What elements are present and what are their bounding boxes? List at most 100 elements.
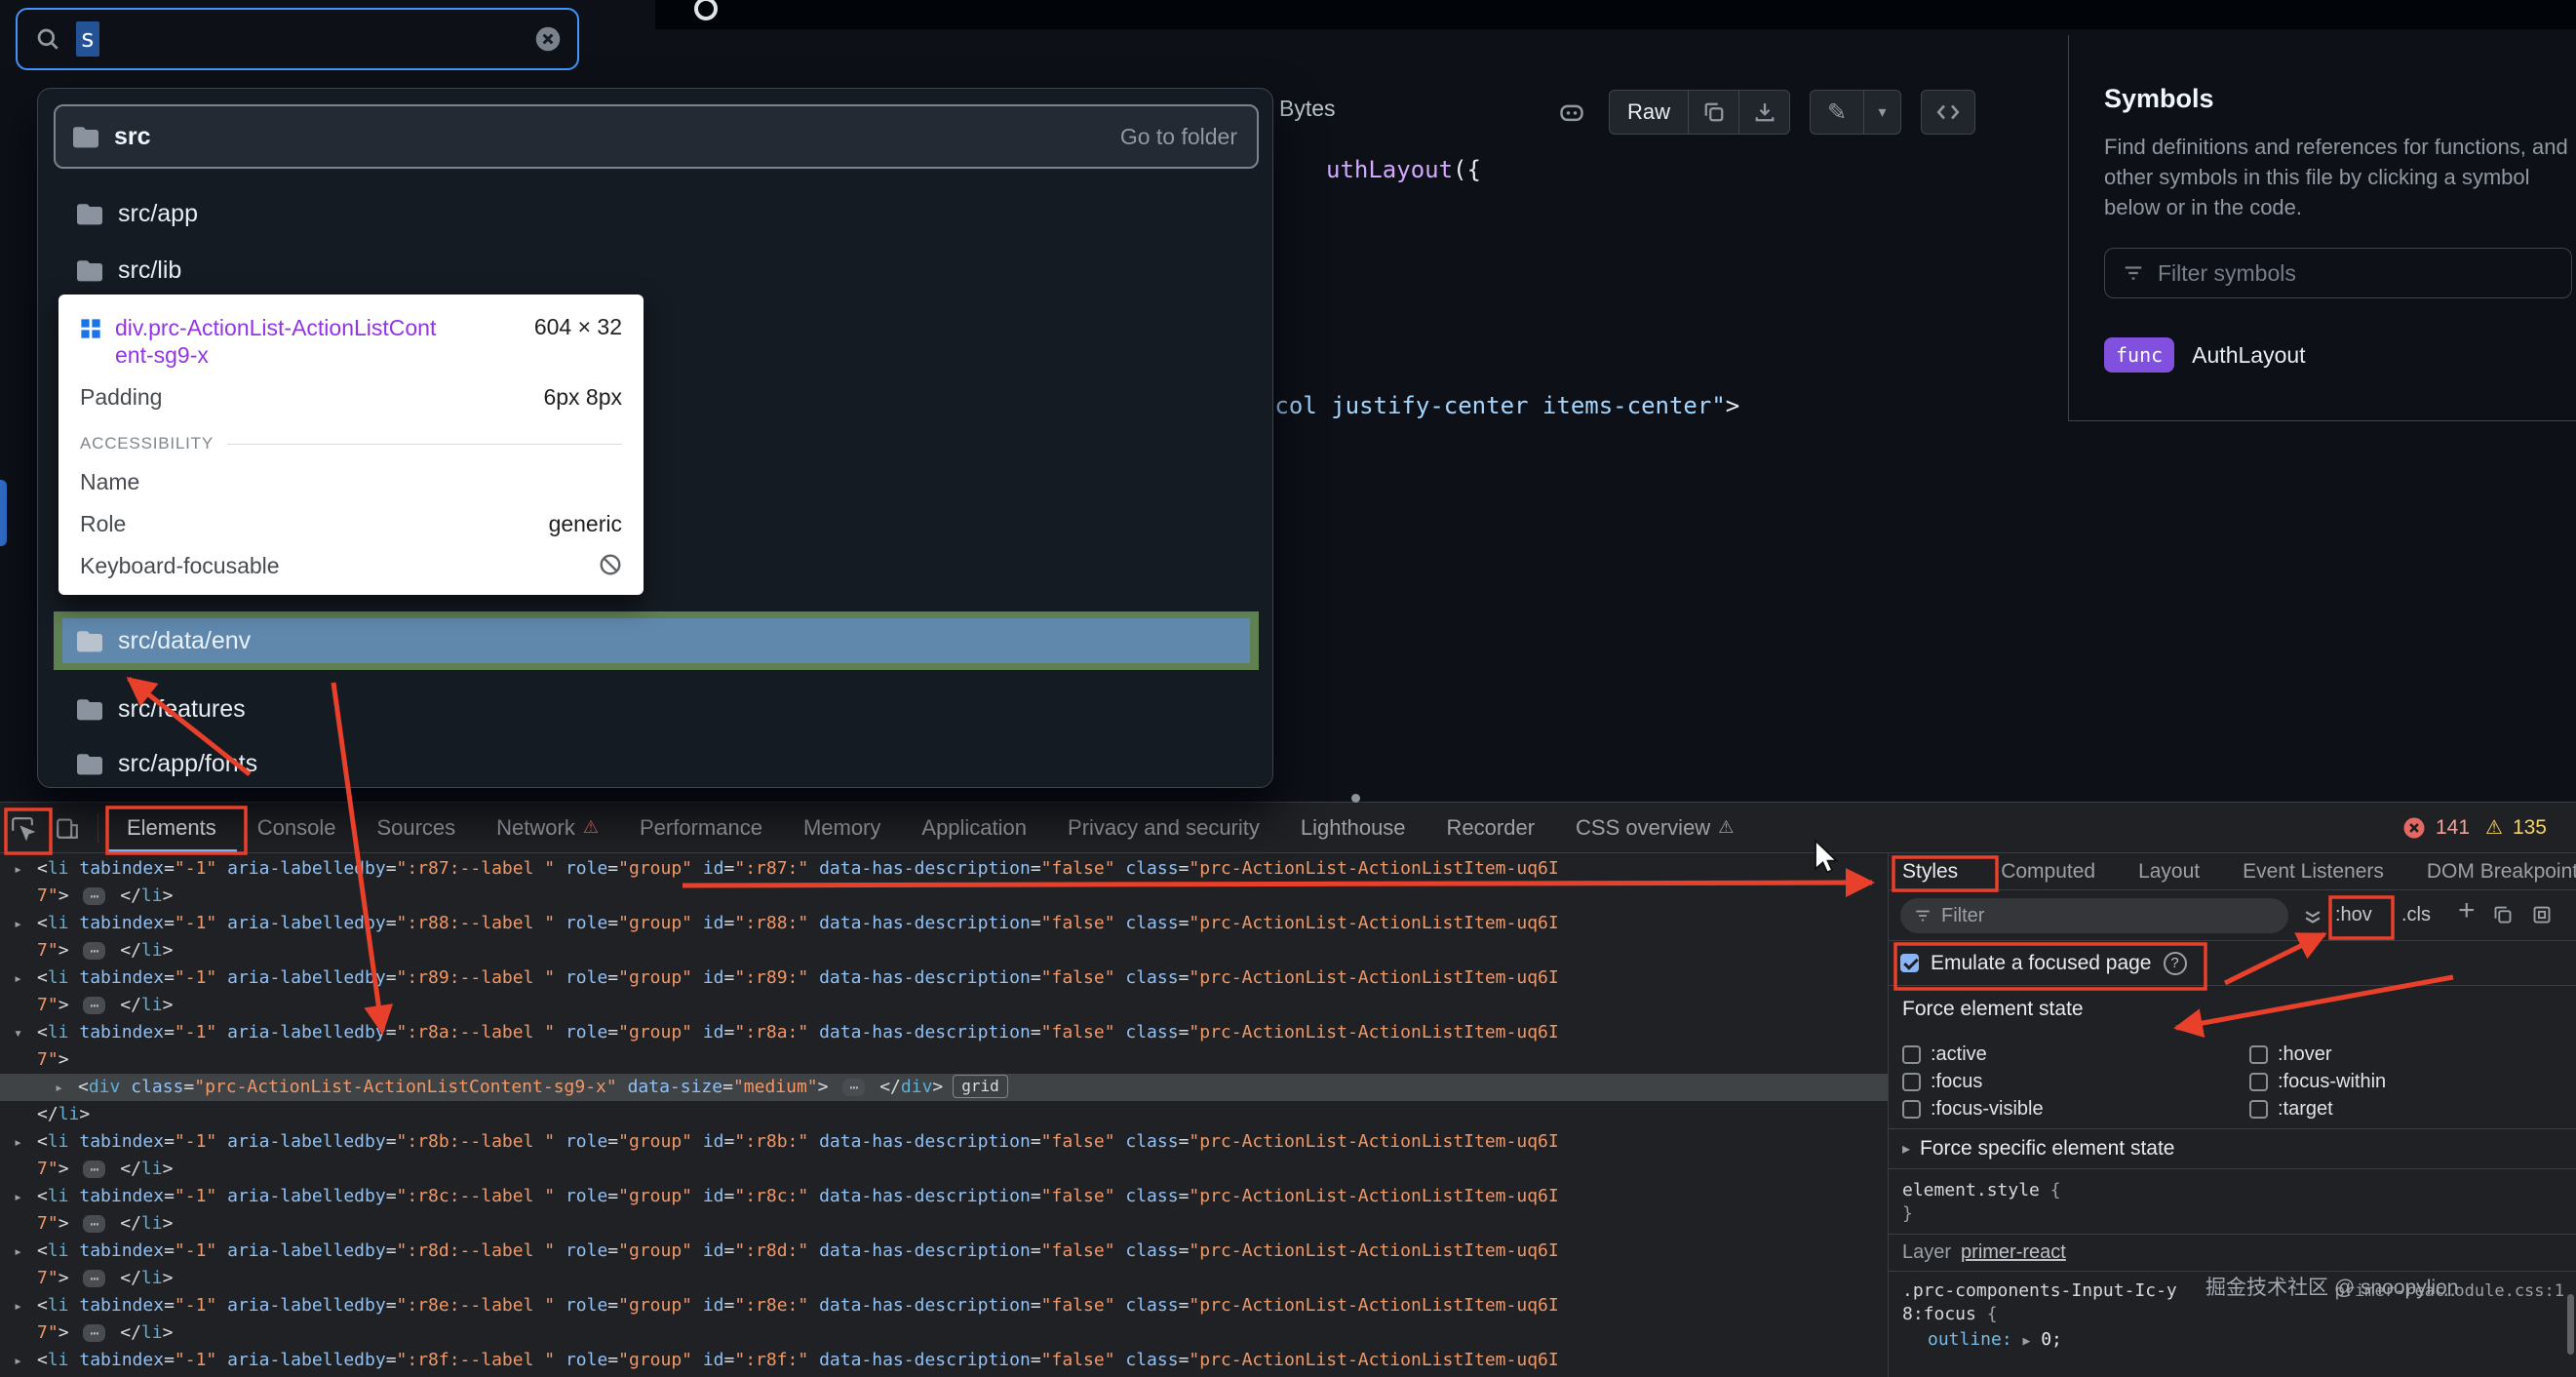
search-input[interactable]: s [16, 8, 579, 70]
twisty-icon[interactable]: ▸ [55, 1074, 63, 1101]
computed-sidebar-icon[interactable] [2302, 906, 2323, 927]
toggle-element-state-button[interactable]: :hov [2335, 904, 2372, 926]
dropdown-item-src-app-fonts[interactable]: src/app/fonts [54, 736, 1259, 787]
twisty-icon[interactable]: ▸ [14, 964, 22, 992]
error-count-badge[interactable]: 141 [2436, 816, 2470, 840]
tree-row[interactable]: ▾ <li tabindex="-1" aria-labelledby=":r8a… [0, 1019, 1888, 1046]
twisty-icon[interactable]: ▸ [14, 1128, 22, 1156]
copilot-button[interactable] [1548, 90, 1595, 135]
tree-row[interactable]: 7"> ⋯ </li> [0, 992, 1888, 1019]
devtools-tab-recorder[interactable]: Recorder [1426, 803, 1555, 852]
filter-symbols-input[interactable] [2158, 259, 2571, 287]
tree-row[interactable]: 7"> [0, 1046, 1888, 1074]
dropdown-item-src-lib[interactable]: src/lib [54, 243, 1259, 297]
devtools-tab-css-overview[interactable]: CSS overview ⚠ [1555, 803, 1754, 852]
new-style-rule-button[interactable]: + [2458, 894, 2476, 927]
rule-selector[interactable]: .prc-components-Input-Ic-y8:focus [1902, 1280, 2177, 1324]
css-property-value[interactable]: 0; [2041, 1329, 2062, 1350]
code-view-button[interactable] [1921, 90, 1975, 135]
styles-tab-dom-breakpoints[interactable]: DOM Breakpoints [2427, 860, 2576, 884]
dropdown-item-src[interactable]: src Go to folder [54, 104, 1259, 169]
tree-row[interactable]: ▸ <li tabindex="-1" aria-labelledby=":r8c… [0, 1183, 1888, 1210]
tree-row[interactable]: 7"> ⋯ </li> [0, 1265, 1888, 1292]
devtools-tab-lighthouse[interactable]: Lighthouse [1280, 803, 1426, 852]
element-classes-button[interactable]: .cls [2401, 904, 2431, 926]
dropdown-item-src-data-env[interactable]: src/data/env [54, 611, 1259, 670]
dropdown-item-src-app[interactable]: src/app [54, 186, 1259, 241]
clear-search-button[interactable] [534, 25, 562, 53]
help-icon[interactable]: ? [2163, 951, 2187, 975]
checkbox[interactable] [2249, 1099, 2268, 1119]
edit-button[interactable]: ✎ [1811, 91, 1863, 134]
tree-row[interactable]: 7"> ⋯ </li> [0, 1156, 1888, 1183]
styles-filter-input[interactable] [1941, 904, 2288, 927]
download-button[interactable] [1738, 91, 1789, 134]
devtools-tab-application[interactable]: Application [901, 803, 1047, 852]
layout-overlay-icon[interactable] [2532, 905, 2552, 925]
emulate-focused-checkbox[interactable] [1900, 954, 1919, 972]
symbol-entry[interactable]: func AuthLayout [2104, 337, 2576, 373]
devtools-tab-network[interactable]: Network ⚠ [476, 803, 619, 852]
checkbox[interactable] [2249, 1044, 2268, 1064]
symbol-name[interactable]: AuthLayout [2192, 342, 2305, 369]
devtools-tab-memory[interactable]: Memory [783, 803, 901, 852]
devtools-resize-handle[interactable] [1351, 794, 1360, 803]
tree-row[interactable]: ▸ <li tabindex="-1" aria-labelledby=":r8e… [0, 1292, 1888, 1319]
state-checkbox-active[interactable]: :active [1902, 1043, 2249, 1066]
state-checkbox-target[interactable]: :target [2249, 1097, 2576, 1121]
copy-raw-button[interactable] [1688, 91, 1738, 134]
inspect-element-button[interactable] [0, 806, 45, 850]
tree-row[interactable]: </li> [0, 1101, 1888, 1128]
styles-tab-event-listeners[interactable]: Event Listeners [2243, 860, 2384, 884]
tree-row[interactable]: 7"> ⋯ </li> [0, 1319, 1888, 1347]
checkbox[interactable] [2249, 1072, 2268, 1091]
devtools-tab-console[interactable]: Console [237, 803, 357, 852]
tree-row[interactable]: ▸ <li tabindex="-1" aria-labelledby=":r8b… [0, 1128, 1888, 1156]
checkbox[interactable] [1902, 1099, 1921, 1119]
device-toolbar-button[interactable] [45, 806, 90, 850]
tree-row[interactable]: ▸ <li tabindex="-1" aria-labelledby=":r88… [0, 910, 1888, 937]
styles-tab-computed[interactable]: Computed [2001, 860, 2095, 884]
tree-row[interactable]: 7"> ⋯ </li> [0, 937, 1888, 964]
tree-row[interactable]: 7"> ⋯ </li> [0, 1210, 1888, 1238]
tree-row[interactable]: ▸ <li tabindex="-1" aria-labelledby=":r8f… [0, 1347, 1888, 1374]
twisty-icon[interactable]: ▸ [14, 1238, 22, 1265]
state-checkbox-focus[interactable]: :focus [1902, 1070, 2249, 1093]
disclosure-triangle-icon[interactable]: ▸ [1902, 1139, 1910, 1159]
tree-row[interactable]: ▸ <li tabindex="-1" aria-labelledby=":r87… [0, 855, 1888, 883]
devtools-tab-elements[interactable]: Elements [106, 803, 237, 852]
element-style-rule[interactable]: element.style { } [1889, 1168, 2576, 1234]
twisty-icon[interactable]: ▸ [14, 1292, 22, 1319]
twisty-icon[interactable]: ▸ [14, 910, 22, 937]
warning-count-badge[interactable]: 135 [2513, 816, 2547, 840]
edit-dropdown-button[interactable]: ▾ [1863, 91, 1900, 134]
scrollbar-thumb[interactable] [2567, 1294, 2574, 1355]
styles-filter-box[interactable] [1900, 898, 2288, 933]
css-declaration[interactable]: outline: ▶ 0; [1902, 1328, 2576, 1354]
tree-row[interactable]: ▸ <li tabindex="-1" aria-labelledby=":r89… [0, 964, 1888, 992]
element-style-selector[interactable]: element.style [1902, 1180, 2040, 1200]
state-checkbox-focus-visible[interactable]: :focus-visible [1902, 1097, 2249, 1121]
dropdown-item-src-features[interactable]: src/features [54, 682, 1259, 736]
twisty-icon[interactable]: ▸ [14, 1183, 22, 1210]
devtools-tab-performance[interactable]: Performance [619, 803, 783, 852]
styles-tab-layout[interactable]: Layout [2138, 860, 2200, 884]
css-property-name[interactable]: outline: [1928, 1329, 2012, 1350]
styles-tab-styles[interactable]: Styles [1902, 860, 1958, 884]
force-specific-state-row[interactable]: ▸ Force specific element state [1889, 1128, 2576, 1168]
filter-symbols-box[interactable] [2104, 248, 2572, 298]
twisty-icon[interactable]: ▸ [14, 855, 22, 883]
devtools-tab-privacy-and-security[interactable]: Privacy and security [1047, 803, 1280, 852]
twisty-icon[interactable]: ▾ [14, 1019, 22, 1046]
tree-row[interactable]: 7"> ⋯ </li> [0, 883, 1888, 910]
copy-styles-icon[interactable] [2493, 905, 2513, 925]
checkbox[interactable] [1902, 1044, 1921, 1064]
layer-link[interactable]: primer-react [1961, 1241, 2066, 1264]
grid-badge[interactable]: grid [953, 1075, 1008, 1098]
raw-button[interactable]: Raw [1610, 91, 1688, 134]
tree-row[interactable]: ▸ <div class="prc-ActionList-ActionListCo… [0, 1074, 1888, 1101]
checkbox[interactable] [1902, 1072, 1921, 1091]
state-checkbox-focus-within[interactable]: :focus-within [2249, 1070, 2576, 1093]
expand-value-icon[interactable]: ▶ [2023, 1334, 2031, 1349]
twisty-icon[interactable]: ▸ [14, 1347, 22, 1374]
